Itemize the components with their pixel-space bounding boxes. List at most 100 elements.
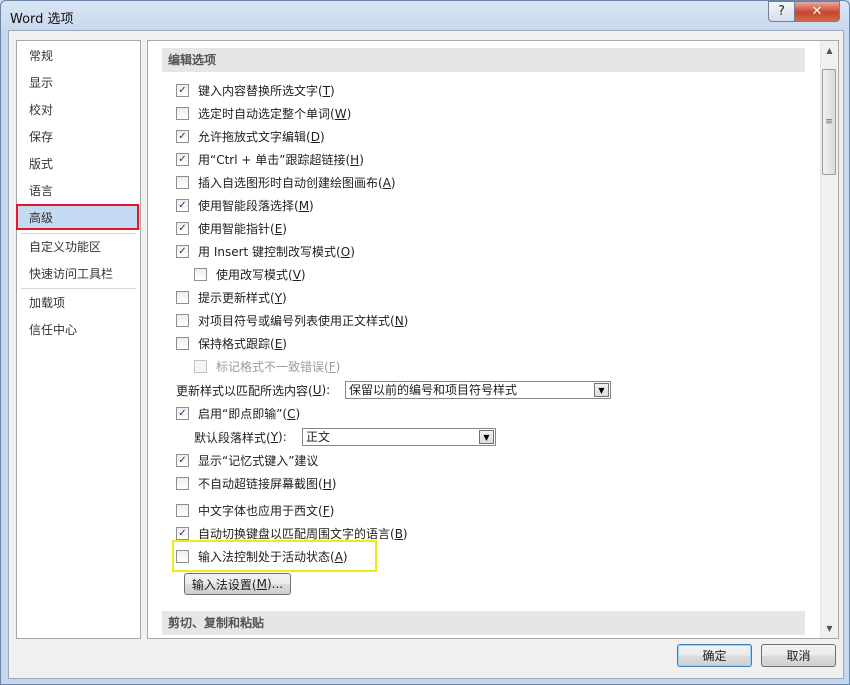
select-value: 保留以前的编号和项目符号样式 <box>349 383 518 397</box>
check-icon: ✓ <box>178 527 187 539</box>
checkbox[interactable] <box>176 336 189 350</box>
access-key: F <box>328 359 336 374</box>
checkbox[interactable] <box>176 313 189 327</box>
option-smart-paragraph-selection[interactable]: ✓ 使用智能段落选择(M) <box>176 195 314 215</box>
cancel-button[interactable]: 取消 <box>761 644 836 667</box>
option-overtype-mode[interactable]: 使用改写模式(V) <box>194 264 306 284</box>
access-key: H <box>350 152 360 167</box>
access-key: B <box>394 526 403 541</box>
category-nav: 常规 显示 校对 保存 版式 语言 高级 自定义功能区 快速访问工具栏 加载项 … <box>16 40 141 639</box>
option-label-tail: ) <box>282 290 287 305</box>
dropdown-arrow-icon[interactable]: ▼ <box>479 430 494 444</box>
option-label: 使用智能指针( <box>198 221 275 236</box>
check-icon: ✓ <box>178 130 187 142</box>
nav-item-customize-ribbon[interactable]: 自定义功能区 <box>17 235 140 259</box>
default-paragraph-style-select[interactable]: 正文 ▼ <box>302 428 496 446</box>
checkbox[interactable]: ✓ <box>176 198 189 212</box>
checkbox[interactable]: ✓ <box>176 83 189 97</box>
option-chinese-font-to-latin[interactable]: 中文字体也应用于西文(F) <box>176 500 334 520</box>
option-normal-style-for-lists[interactable]: 对项目符号或编号列表使用正文样式(N) <box>176 310 408 330</box>
scroll-up-icon[interactable]: ▲ <box>821 42 838 59</box>
check-icon: ✓ <box>178 454 187 466</box>
checkbox[interactable]: ✓ <box>176 221 189 235</box>
section-header-editing: 编辑选项 <box>162 48 805 72</box>
access-key: D <box>310 129 320 144</box>
nav-item-add-ins[interactable]: 加载项 <box>17 291 140 315</box>
option-smart-cursoring[interactable]: ✓ 使用智能指针(E) <box>176 218 287 238</box>
checkbox[interactable] <box>176 503 189 517</box>
option-label-tail: ) <box>335 359 341 374</box>
dropdown-arrow-icon[interactable]: ▼ <box>594 383 609 397</box>
access-key: T <box>322 83 331 98</box>
select-value: 正文 <box>306 430 331 444</box>
option-mark-formatting-inconsistencies: 标记格式不一致错误(F) <box>194 356 340 376</box>
option-label-tail: ) <box>300 267 306 282</box>
option-label-tail: ) <box>319 129 325 144</box>
update-style-label: 更新样式以匹配所选内容(U): <box>176 380 330 400</box>
nav-item-layout[interactable]: 版式 <box>17 152 140 176</box>
checkbox[interactable]: ✓ <box>176 152 189 166</box>
access-key: C <box>287 406 296 421</box>
help-button[interactable]: ? <box>768 1 795 22</box>
option-insert-key-overtype[interactable]: ✓ 用 Insert 键控制改写模式(O) <box>176 241 355 261</box>
option-label: 用“Ctrl + 单击”跟踪超链接( <box>198 152 351 167</box>
update-style-select[interactable]: 保留以前的编号和项目符号样式 ▼ <box>345 381 611 399</box>
ok-button[interactable]: 确定 <box>677 644 752 667</box>
close-button[interactable]: ✕ <box>794 1 840 22</box>
option-label: 显示“记忆式键入”建议 <box>198 453 319 468</box>
check-icon: ✓ <box>178 84 187 96</box>
nav-item-trust-center[interactable]: 信任中心 <box>17 318 140 342</box>
nav-item-language[interactable]: 语言 <box>17 179 140 203</box>
option-label: 用 Insert 键控制改写模式( <box>198 244 341 259</box>
checkbox[interactable] <box>176 476 189 490</box>
options-pane: 编辑选项 ✓ 键入内容替换所选文字(T) 选定时自动选定整个单词(W) ✓ 允许… <box>147 40 839 639</box>
option-no-hyperlink-screenshots[interactable]: 不自动超链接屏幕截图(H) <box>176 473 336 493</box>
select-label-tail: ): <box>321 383 331 397</box>
option-auto-select-word[interactable]: 选定时自动选定整个单词(W) <box>176 103 351 123</box>
section-header-cut-copy-paste: 剪切、复制和粘贴 <box>162 611 805 635</box>
scroll-thumb[interactable]: ≡ <box>822 69 836 175</box>
ime-settings-button[interactable]: 输入法设置(M)... <box>184 573 291 595</box>
option-label: 允许拖放式文字编辑( <box>198 129 311 144</box>
option-label: 自动切换键盘以匹配周围文字的语言( <box>198 526 395 541</box>
select-label-tail: ): <box>278 430 287 444</box>
option-autocomplete-suggestions[interactable]: ✓ 显示“记忆式键入”建议 <box>176 450 318 470</box>
option-auto-drawing-canvas[interactable]: 插入自选图形时自动创建绘图画布(A) <box>176 172 396 192</box>
checkbox[interactable]: ✓ <box>176 244 189 258</box>
checkbox[interactable]: ✓ <box>176 526 189 540</box>
checkbox[interactable] <box>176 106 189 120</box>
window-title: Word 选项 <box>10 12 74 27</box>
scroll-down-icon[interactable]: ▼ <box>821 620 838 637</box>
checkbox[interactable] <box>176 175 189 189</box>
access-key: V <box>292 267 301 282</box>
option-label-tail: ) <box>329 503 335 518</box>
access-key: Y <box>270 430 279 444</box>
option-prompt-update-style[interactable]: 提示更新样式(Y) <box>176 287 287 307</box>
option-label-tail: ) <box>390 175 396 190</box>
nav-item-save[interactable]: 保存 <box>17 125 140 149</box>
option-typing-replaces-selection[interactable]: ✓ 键入内容替换所选文字(T) <box>176 80 335 100</box>
option-label: 标记格式不一致错误( <box>216 359 329 374</box>
option-click-and-type[interactable]: ✓ 启用“即点即输”(C) <box>176 403 300 423</box>
checkbox[interactable]: ✓ <box>176 453 189 467</box>
option-label-tail: ) <box>359 152 364 167</box>
nav-item-proofing[interactable]: 校对 <box>17 98 140 122</box>
option-label: 插入自选图形时自动创建绘图画布( <box>198 175 383 190</box>
option-label: 保持格式跟踪( <box>198 336 275 351</box>
checkbox[interactable]: ✓ <box>176 129 189 143</box>
option-label: 对项目符号或编号列表使用正文样式( <box>198 313 395 328</box>
nav-item-display[interactable]: 显示 <box>17 71 140 95</box>
option-keep-track-of-formatting[interactable]: 保持格式跟踪(E) <box>176 333 287 353</box>
vertical-scrollbar[interactable]: ▲ ≡ ▼ <box>820 41 838 638</box>
access-key: O <box>340 244 351 259</box>
checkbox[interactable]: ✓ <box>176 406 189 420</box>
checkbox[interactable] <box>194 267 207 281</box>
checkbox[interactable] <box>176 290 189 304</box>
option-drag-and-drop[interactable]: ✓ 允许拖放式文字编辑(D) <box>176 126 325 146</box>
option-ctrl-click-hyperlink[interactable]: ✓ 用“Ctrl + 单击”跟踪超链接(H) <box>176 149 364 169</box>
nav-item-quick-access-toolbar[interactable]: 快速访问工具栏 <box>17 262 140 286</box>
option-label: 键入内容替换所选文字( <box>198 83 323 98</box>
nav-item-general[interactable]: 常规 <box>17 44 140 68</box>
option-label-tail: ) <box>309 198 314 213</box>
option-label-tail: ) <box>282 221 287 236</box>
